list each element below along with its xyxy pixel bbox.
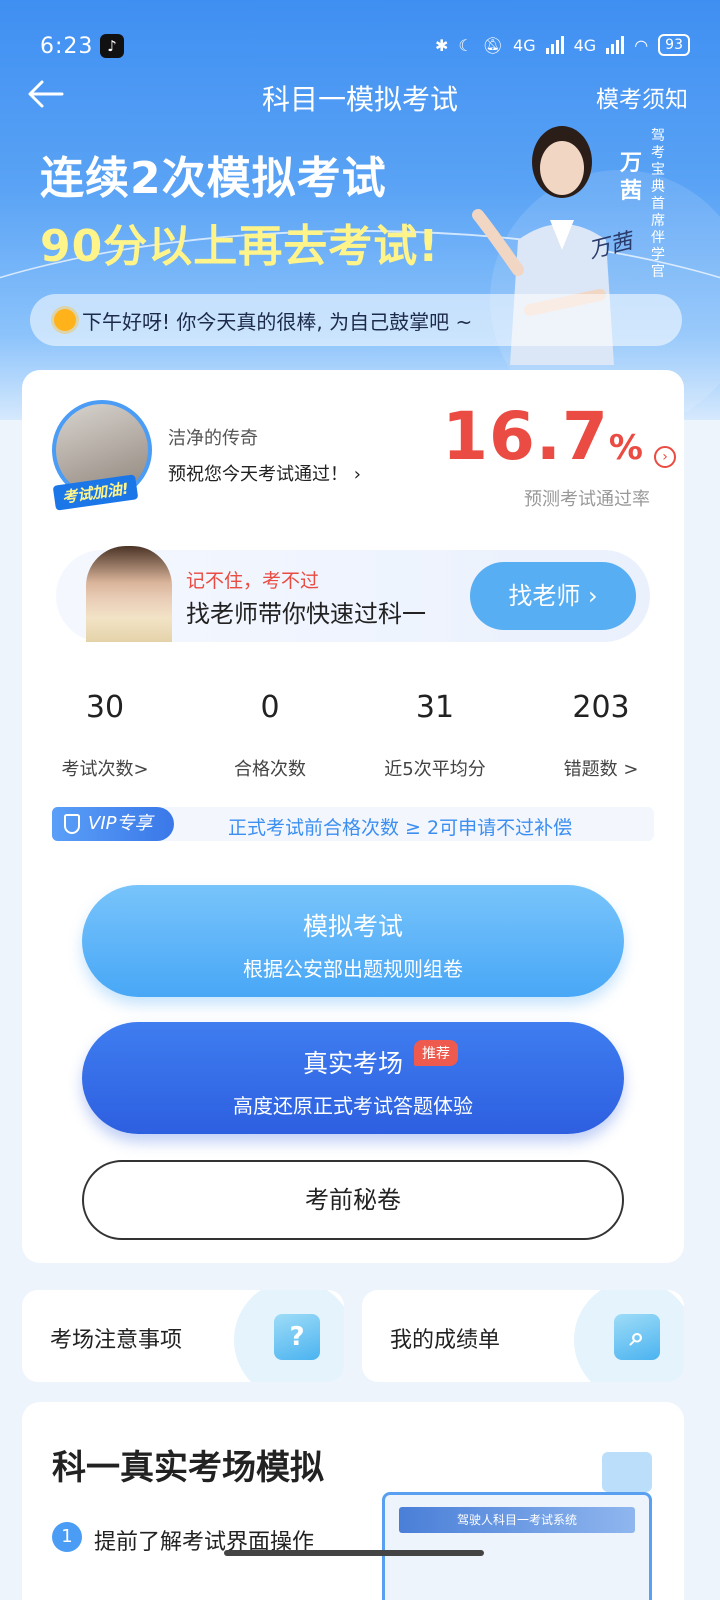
stats-row: 30 考试次数> 0 合格次数 31 近5次平均分 203 错题数 > <box>22 690 684 790</box>
wifi-icon: ◠ <box>634 35 649 55</box>
transcript-card[interactable]: 我的成绩单 ⌕ <box>362 1290 684 1382</box>
real-exam-subtitle: 高度还原正式考试答题体验 <box>233 1094 473 1118</box>
home-indicator[interactable] <box>224 1550 484 1556</box>
stat-label: 考试次数> <box>61 759 149 780</box>
stat-average-score: 31 近5次平均分 <box>360 690 510 781</box>
moon-icon: ☾ <box>458 35 473 55</box>
username: 洁净的传奇 <box>168 428 258 449</box>
mock-exam-button[interactable]: 模拟考试 根据公安部出题规则组卷 <box>82 885 624 997</box>
greeting-text: 下午好呀! 你今天真的很棒, 为自己鼓掌吧 ~ <box>82 309 473 334</box>
main-card: 考试加油! 洁净的传奇 预祝您今天考试通过！ › 16.7% › 预测考试通过率… <box>22 370 684 1263</box>
find-teacher-banner[interactable]: 记不住，考不过 找老师带你快速过科一 找老师 › <box>56 546 650 642</box>
vip-tag-label: VIP专享 <box>88 813 153 834</box>
avatar[interactable]: 考试加油! <box>46 400 158 512</box>
preview-title: 驾驶人科目一考试系统 <box>399 1507 635 1533</box>
pass-rate-number: 16.7 <box>442 398 609 475</box>
chevron-right-icon: › <box>588 582 598 610</box>
transcript-label: 我的成绩单 <box>390 1328 501 1353</box>
teacher-photo <box>86 546 172 642</box>
stat-value: 203 <box>572 690 630 725</box>
exam-notes-label: 考场注意事项 <box>50 1328 183 1353</box>
stat-label: 合格次数 <box>234 759 306 780</box>
pass-rate-unit: % <box>608 428 644 468</box>
stat-exam-count[interactable]: 30 考试次数> <box>30 690 180 781</box>
pass-rate-value[interactable]: 16.7% <box>442 398 644 475</box>
coach-name: 万茜 <box>620 151 643 204</box>
question-icon: ? <box>274 1314 320 1360</box>
stat-pass-count: 0 合格次数 <box>195 690 345 781</box>
real-exam-button[interactable]: 真实考场 推荐 高度还原正式考试答题体验 <box>82 1022 624 1134</box>
teacher-banner-title: 找老师带你快速过科一 <box>186 600 426 628</box>
network-label-a: 4G <box>513 35 536 55</box>
chevron-right-circle-icon[interactable]: › <box>654 446 676 468</box>
mock-exam-subtitle: 根据公安部出题规则组卷 <box>243 957 463 981</box>
shield-icon <box>64 814 80 834</box>
bluetooth-icon: ✱ <box>434 35 449 55</box>
exam-notes-card[interactable]: 考场注意事项 ? <box>22 1290 344 1382</box>
find-teacher-label: 找老师 <box>508 582 581 610</box>
simulation-heading: 科一真实考场模拟 <box>52 1448 324 1488</box>
simulation-card: 科一真实考场模拟 1 提前了解考试界面操作 驾驶人科目一考试系统 <box>22 1402 684 1600</box>
status-icons: ✱ ☾ 🔕︎ 4G 4G ◠ 93 <box>435 34 690 56</box>
teacher-banner-tagline: 记不住，考不过 <box>186 570 320 592</box>
wish-link[interactable]: 预祝您今天考试通过！ › <box>168 460 361 486</box>
recommended-badge: 推荐 <box>414 1040 458 1066</box>
find-teacher-button[interactable]: 找老师 › <box>470 562 636 630</box>
stat-label: 近5次平均分 <box>384 759 486 780</box>
battery-icon: 93 <box>658 34 690 56</box>
coach-title: 驾考宝典首席伴学官 <box>651 128 665 280</box>
vip-text: 正式考试前合格次数 ≥ 2可申请不过补偿 <box>228 817 573 839</box>
network-label-b: 4G <box>573 35 597 55</box>
signal-icon <box>545 36 564 54</box>
mock-exam-title: 模拟考试 <box>302 912 403 941</box>
chevron-right-icon: › <box>353 464 361 485</box>
signal-icon <box>606 36 625 54</box>
secret-paper-button[interactable]: 考前秘卷 <box>82 1160 624 1240</box>
real-exam-title: 真实考场 <box>302 1049 403 1078</box>
checkmark-icon <box>602 1452 652 1492</box>
tiktok-icon: ♪ <box>100 34 124 58</box>
stat-label: 错题数 > <box>563 759 639 780</box>
greeting-bar: 下午好呀! 你今天真的很棒, 为自己鼓掌吧 ~ <box>30 294 682 346</box>
mute-icon: 🔕︎ <box>482 35 504 55</box>
stat-value: 0 <box>260 690 280 725</box>
vip-tag: VIP专享 <box>52 807 174 841</box>
stat-value: 31 <box>415 690 455 725</box>
exam-notice-link[interactable]: 模考须知 <box>596 80 688 114</box>
hero-headline-1: 连续2次模拟考试 <box>40 153 387 204</box>
exam-system-preview: 驾驶人科目一考试系统 <box>382 1492 652 1600</box>
vip-compensation-bar[interactable]: VIP专享 正式考试前合格次数 ≥ 2可申请不过补偿 <box>52 807 654 841</box>
sun-icon <box>54 309 76 331</box>
pass-rate-label: 预测考试通过率 <box>524 489 650 510</box>
stat-value: 30 <box>85 690 125 725</box>
hero-headline-2: 90分以上再去考试! <box>40 221 440 272</box>
wish-text: 预祝您今天考试通过！ <box>168 464 348 485</box>
step-number: 1 <box>52 1522 82 1552</box>
stat-wrong-questions[interactable]: 203 错题数 > <box>526 690 676 781</box>
status-time: 6:23 <box>40 34 94 59</box>
search-report-icon: ⌕ <box>614 1314 660 1360</box>
nav-bar: 科目一模拟考试 模考须知 <box>0 70 720 120</box>
